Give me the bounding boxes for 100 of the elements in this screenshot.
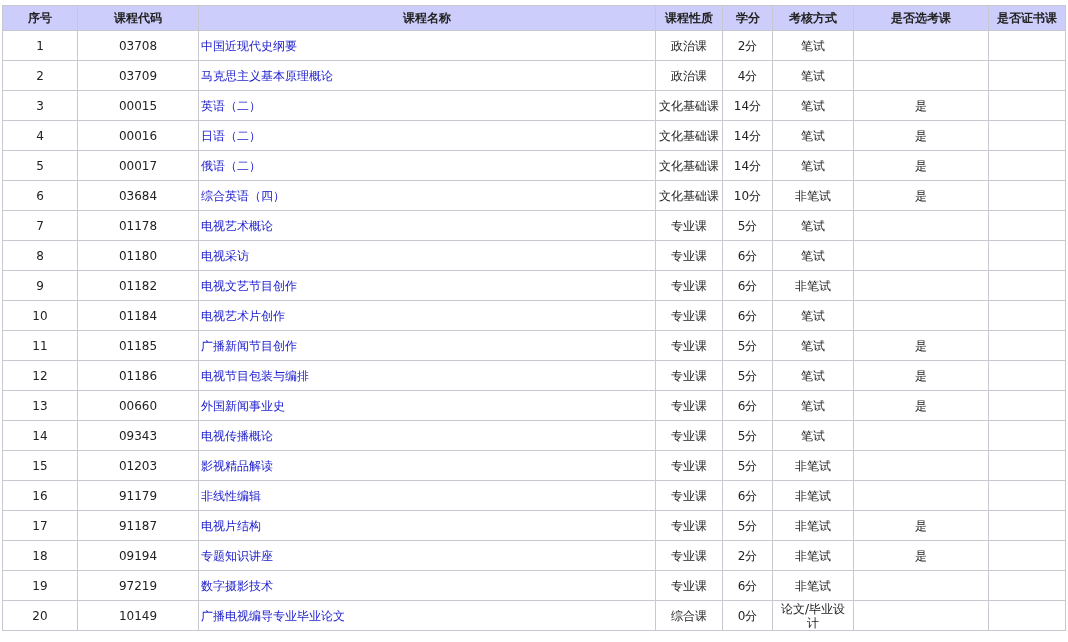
table-cell: 笔试 — [772, 90, 854, 121]
course-link[interactable]: 电视艺术片创作 — [201, 308, 285, 323]
table-cell: 6 — [2, 180, 78, 211]
table-cell: 03708 — [77, 30, 199, 61]
course-link[interactable]: 专题知识讲座 — [201, 548, 273, 563]
column-header: 序号 — [2, 5, 78, 31]
table-cell: 笔试 — [772, 240, 854, 271]
table-cell: 15 — [2, 450, 78, 481]
table-cell: 97219 — [77, 570, 199, 601]
course-link[interactable]: 马克思主义基本原理概论 — [201, 68, 333, 83]
column-header: 课程名称 — [198, 5, 656, 31]
table-cell: 6分 — [722, 270, 773, 301]
table-cell: 非笔试 — [772, 450, 854, 481]
table-cell: 5分 — [722, 360, 773, 391]
course-link[interactable]: 电视片结构 — [201, 518, 261, 533]
course-link[interactable]: 电视采访 — [201, 248, 249, 263]
table-cell: 专业课 — [655, 510, 723, 541]
course-link[interactable]: 影视精品解读 — [201, 458, 273, 473]
course-link[interactable]: 广播电视编导专业毕业论文 — [201, 608, 345, 623]
course-link[interactable]: 俄语（二） — [201, 158, 261, 173]
table-cell: 非笔试 — [772, 270, 854, 301]
column-header: 学分 — [722, 5, 773, 31]
column-header: 课程代码 — [77, 5, 199, 31]
table-cell: 2 — [2, 60, 78, 91]
table-cell: 16 — [2, 480, 78, 511]
table-cell: 政治课 — [655, 30, 723, 61]
table-cell: 01185 — [77, 330, 199, 361]
table-cell: 是 — [853, 120, 989, 151]
table-cell: 笔试 — [772, 30, 854, 61]
table-cell: 专业课 — [655, 420, 723, 451]
table-cell: 是 — [853, 510, 989, 541]
table-cell: 笔试 — [772, 150, 854, 181]
course-link[interactable]: 中国近现代史纲要 — [201, 38, 297, 53]
course-link[interactable]: 电视艺术概论 — [201, 218, 273, 233]
table-cell: 是 — [853, 540, 989, 571]
table-cell: 09343 — [77, 420, 199, 451]
table-cell: 笔试 — [772, 330, 854, 361]
table-cell: 6分 — [722, 480, 773, 511]
table-cell: 专业课 — [655, 360, 723, 391]
course-link[interactable]: 广播新闻节目创作 — [201, 338, 297, 353]
course-link[interactable]: 非线性编辑 — [201, 488, 261, 503]
table-cell: 8 — [2, 240, 78, 271]
course-link[interactable]: 综合英语（四） — [201, 188, 285, 203]
table-cell: 专业课 — [655, 390, 723, 421]
table-cell: 文化基础课 — [655, 120, 723, 151]
table-cell: 17 — [2, 510, 78, 541]
table-cell: 3 — [2, 90, 78, 121]
column-header: 考核方式 — [772, 5, 854, 31]
table-cell: 91187 — [77, 510, 199, 541]
table-cell: 01184 — [77, 300, 199, 331]
table-cell: 11 — [2, 330, 78, 361]
table-cell: 0分 — [722, 600, 773, 631]
table-cell: 14 — [2, 420, 78, 451]
table-cell: 5 — [2, 150, 78, 181]
table-cell: 笔试 — [772, 210, 854, 241]
table-cell: 政治课 — [655, 60, 723, 91]
table-cell: 专业课 — [655, 300, 723, 331]
table-cell: 00660 — [77, 390, 199, 421]
table-cell: 01186 — [77, 360, 199, 391]
table-cell: 6分 — [722, 390, 773, 421]
table-cell: 笔试 — [772, 420, 854, 451]
table-cell: 5分 — [722, 510, 773, 541]
course-link[interactable]: 日语（二） — [201, 128, 261, 143]
table-cell: 是 — [853, 390, 989, 421]
table-cell: 文化基础课 — [655, 180, 723, 211]
table-cell: 10 — [2, 300, 78, 331]
table-cell: 专业课 — [655, 450, 723, 481]
course-link[interactable]: 英语（二） — [201, 98, 261, 113]
table-cell: 笔试 — [772, 360, 854, 391]
table-cell: 非笔试 — [772, 510, 854, 541]
table-cell: 6分 — [722, 300, 773, 331]
table-cell: 01180 — [77, 240, 199, 271]
table-cell: 10149 — [77, 600, 199, 631]
table-cell: 专业课 — [655, 480, 723, 511]
table-cell: 非笔试 — [772, 480, 854, 511]
course-link[interactable]: 电视文艺节目创作 — [201, 278, 297, 293]
table-cell: 6分 — [722, 570, 773, 601]
course-link[interactable]: 外国新闻事业史 — [201, 398, 285, 413]
table-cell: 是 — [853, 150, 989, 181]
table-cell: 10分 — [722, 180, 773, 211]
table-cell: 91179 — [77, 480, 199, 511]
course-link[interactable]: 电视节目包装与编排 — [201, 368, 309, 383]
course-link[interactable]: 数字摄影技术 — [201, 578, 273, 593]
table-cell: 非笔试 — [772, 180, 854, 211]
column-header: 是否证书课 — [988, 5, 1066, 31]
table-cell: 18 — [2, 540, 78, 571]
table-cell: 笔试 — [772, 300, 854, 331]
table-cell: 非笔试 — [772, 540, 854, 571]
table-cell: 是 — [853, 180, 989, 211]
table-cell: 是 — [853, 360, 989, 391]
table-cell: 03684 — [77, 180, 199, 211]
table-cell: 是 — [853, 330, 989, 361]
table-cell: 专业课 — [655, 270, 723, 301]
table-cell: 5分 — [722, 210, 773, 241]
table-cell: 20 — [2, 600, 78, 631]
table-cell: 论文/毕业设计 — [772, 600, 854, 631]
table-cell: 01203 — [77, 450, 199, 481]
table-cell: 6分 — [722, 240, 773, 271]
course-link[interactable]: 电视传播概论 — [201, 428, 273, 443]
table-cell: 14分 — [722, 120, 773, 151]
